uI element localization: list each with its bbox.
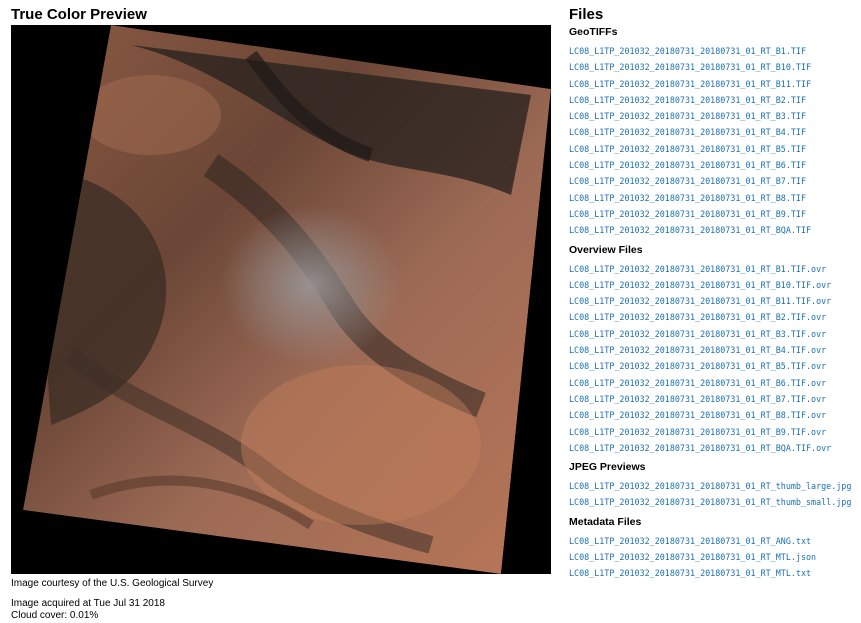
file-link[interactable]: LC08_L1TP_201032_20180731_20180731_01_RT… bbox=[569, 95, 806, 105]
file-link[interactable]: LC08_L1TP_201032_20180731_20180731_01_RT… bbox=[569, 568, 811, 578]
file-list: LC08_L1TP_201032_20180731_20180731_01_RT… bbox=[569, 260, 859, 456]
list-item: LC08_L1TP_201032_20180731_20180731_01_RT… bbox=[569, 107, 859, 123]
list-item: LC08_L1TP_201032_20180731_20180731_01_RT… bbox=[569, 406, 859, 422]
file-link[interactable]: LC08_L1TP_201032_20180731_20180731_01_RT… bbox=[569, 296, 831, 306]
file-sections: GeoTIFFs LC08_L1TP_201032_20180731_201807… bbox=[569, 26, 859, 581]
list-item: LC08_L1TP_201032_20180731_20180731_01_RT… bbox=[569, 423, 859, 439]
list-item: LC08_L1TP_201032_20180731_20180731_01_RT… bbox=[569, 325, 859, 341]
list-item: LC08_L1TP_201032_20180731_20180731_01_RT… bbox=[569, 374, 859, 390]
list-item: LC08_L1TP_201032_20180731_20180731_01_RT… bbox=[569, 357, 859, 373]
file-link[interactable]: LC08_L1TP_201032_20180731_20180731_01_RT… bbox=[569, 394, 826, 404]
file-link[interactable]: LC08_L1TP_201032_20180731_20180731_01_RT… bbox=[569, 280, 831, 290]
file-link[interactable]: LC08_L1TP_201032_20180731_20180731_01_RT… bbox=[569, 329, 826, 339]
cloud-cover: Cloud cover: 0.01% bbox=[11, 610, 99, 621]
file-link[interactable]: LC08_L1TP_201032_20180731_20180731_01_RT… bbox=[569, 176, 806, 186]
list-item: LC08_L1TP_201032_20180731_20180731_01_RT… bbox=[569, 140, 859, 156]
list-item: LC08_L1TP_201032_20180731_20180731_01_RT… bbox=[569, 205, 859, 221]
files-title: Files bbox=[569, 6, 604, 23]
file-link[interactable]: LC08_L1TP_201032_20180731_20180731_01_RT… bbox=[569, 312, 826, 322]
list-item: LC08_L1TP_201032_20180731_20180731_01_RT… bbox=[569, 91, 859, 107]
section-heading: Overview Files bbox=[569, 243, 643, 256]
file-link[interactable]: LC08_L1TP_201032_20180731_20180731_01_RT… bbox=[569, 345, 826, 355]
list-item: LC08_L1TP_201032_20180731_20180731_01_RT… bbox=[569, 493, 859, 509]
list-item: LC08_L1TP_201032_20180731_20180731_01_RT… bbox=[569, 341, 859, 357]
list-item: LC08_L1TP_201032_20180731_20180731_01_RT… bbox=[569, 260, 859, 276]
file-link[interactable]: LC08_L1TP_201032_20180731_20180731_01_RT… bbox=[569, 410, 826, 420]
section-metadata-files: Metadata Files LC08_L1TP_201032_20180731_… bbox=[569, 516, 859, 581]
file-link[interactable]: LC08_L1TP_201032_20180731_20180731_01_RT… bbox=[569, 62, 811, 72]
satellite-preview-image bbox=[11, 25, 551, 574]
file-link[interactable]: LC08_L1TP_201032_20180731_20180731_01_RT… bbox=[569, 497, 851, 507]
acquired-date: Image acquired at Tue Jul 31 2018 bbox=[11, 598, 165, 609]
file-list: LC08_L1TP_201032_20180731_20180731_01_RT… bbox=[569, 477, 859, 510]
file-link[interactable]: LC08_L1TP_201032_20180731_20180731_01_RT… bbox=[569, 264, 826, 274]
file-link[interactable]: LC08_L1TP_201032_20180731_20180731_01_RT… bbox=[569, 443, 831, 453]
file-list: LC08_L1TP_201032_20180731_20180731_01_RT… bbox=[569, 532, 859, 581]
file-link[interactable]: LC08_L1TP_201032_20180731_20180731_01_RT… bbox=[569, 79, 811, 89]
list-item: LC08_L1TP_201032_20180731_20180731_01_RT… bbox=[569, 548, 859, 564]
preview-title: True Color Preview bbox=[11, 6, 147, 23]
file-link[interactable]: LC08_L1TP_201032_20180731_20180731_01_RT… bbox=[569, 193, 806, 203]
file-link[interactable]: LC08_L1TP_201032_20180731_20180731_01_RT… bbox=[569, 46, 806, 56]
file-link[interactable]: LC08_L1TP_201032_20180731_20180731_01_RT… bbox=[569, 552, 816, 562]
list-item: LC08_L1TP_201032_20180731_20180731_01_RT… bbox=[569, 221, 859, 237]
files-panel: Files GeoTIFFs LC08_L1TP_201032_20180731_… bbox=[569, 6, 859, 587]
file-link[interactable]: LC08_L1TP_201032_20180731_20180731_01_RT… bbox=[569, 536, 811, 546]
file-list: LC08_L1TP_201032_20180731_20180731_01_RT… bbox=[569, 42, 859, 238]
file-link[interactable]: LC08_L1TP_201032_20180731_20180731_01_RT… bbox=[569, 481, 851, 491]
file-link[interactable]: LC08_L1TP_201032_20180731_20180731_01_RT… bbox=[569, 225, 811, 235]
section-heading: Metadata Files bbox=[569, 515, 642, 528]
list-item: LC08_L1TP_201032_20180731_20180731_01_RT… bbox=[569, 564, 859, 580]
list-item: LC08_L1TP_201032_20180731_20180731_01_RT… bbox=[569, 42, 859, 58]
list-item: LC08_L1TP_201032_20180731_20180731_01_RT… bbox=[569, 308, 859, 324]
file-link[interactable]: LC08_L1TP_201032_20180731_20180731_01_RT… bbox=[569, 160, 806, 170]
file-link[interactable]: LC08_L1TP_201032_20180731_20180731_01_RT… bbox=[569, 427, 826, 437]
file-link[interactable]: LC08_L1TP_201032_20180731_20180731_01_RT… bbox=[569, 209, 806, 219]
list-item: LC08_L1TP_201032_20180731_20180731_01_RT… bbox=[569, 156, 859, 172]
image-credit: Image courtesy of the U.S. Geological Su… bbox=[11, 578, 214, 589]
section-jpeg-previews: JPEG Previews LC08_L1TP_201032_20180731_2… bbox=[569, 461, 859, 510]
file-link[interactable]: LC08_L1TP_201032_20180731_20180731_01_RT… bbox=[569, 361, 826, 371]
list-item: LC08_L1TP_201032_20180731_20180731_01_RT… bbox=[569, 439, 859, 455]
list-item: LC08_L1TP_201032_20180731_20180731_01_RT… bbox=[569, 58, 859, 74]
section-geotiffs: GeoTIFFs LC08_L1TP_201032_20180731_201807… bbox=[569, 26, 859, 238]
list-item: LC08_L1TP_201032_20180731_20180731_01_RT… bbox=[569, 75, 859, 91]
section-heading: GeoTIFFs bbox=[569, 26, 618, 38]
list-item: LC08_L1TP_201032_20180731_20180731_01_RT… bbox=[569, 172, 859, 188]
list-item: LC08_L1TP_201032_20180731_20180731_01_RT… bbox=[569, 532, 859, 548]
list-item: LC08_L1TP_201032_20180731_20180731_01_RT… bbox=[569, 189, 859, 205]
list-item: LC08_L1TP_201032_20180731_20180731_01_RT… bbox=[569, 276, 859, 292]
list-item: LC08_L1TP_201032_20180731_20180731_01_RT… bbox=[569, 477, 859, 493]
file-link[interactable]: LC08_L1TP_201032_20180731_20180731_01_RT… bbox=[569, 378, 826, 388]
file-link[interactable]: LC08_L1TP_201032_20180731_20180731_01_RT… bbox=[569, 127, 806, 137]
preview-panel: True Color Preview Image courtesy of the… bbox=[11, 6, 551, 622]
list-item: LC08_L1TP_201032_20180731_20180731_01_RT… bbox=[569, 123, 859, 139]
section-heading: JPEG Previews bbox=[569, 461, 646, 474]
file-link[interactable]: LC08_L1TP_201032_20180731_20180731_01_RT… bbox=[569, 144, 806, 154]
file-link[interactable]: LC08_L1TP_201032_20180731_20180731_01_RT… bbox=[569, 111, 806, 121]
image-metadata: Image acquired at Tue Jul 31 2018 Cloud … bbox=[11, 598, 551, 622]
list-item: LC08_L1TP_201032_20180731_20180731_01_RT… bbox=[569, 390, 859, 406]
list-item: LC08_L1TP_201032_20180731_20180731_01_RT… bbox=[569, 292, 859, 308]
section-overview-files: Overview Files LC08_L1TP_201032_20180731_… bbox=[569, 244, 859, 456]
